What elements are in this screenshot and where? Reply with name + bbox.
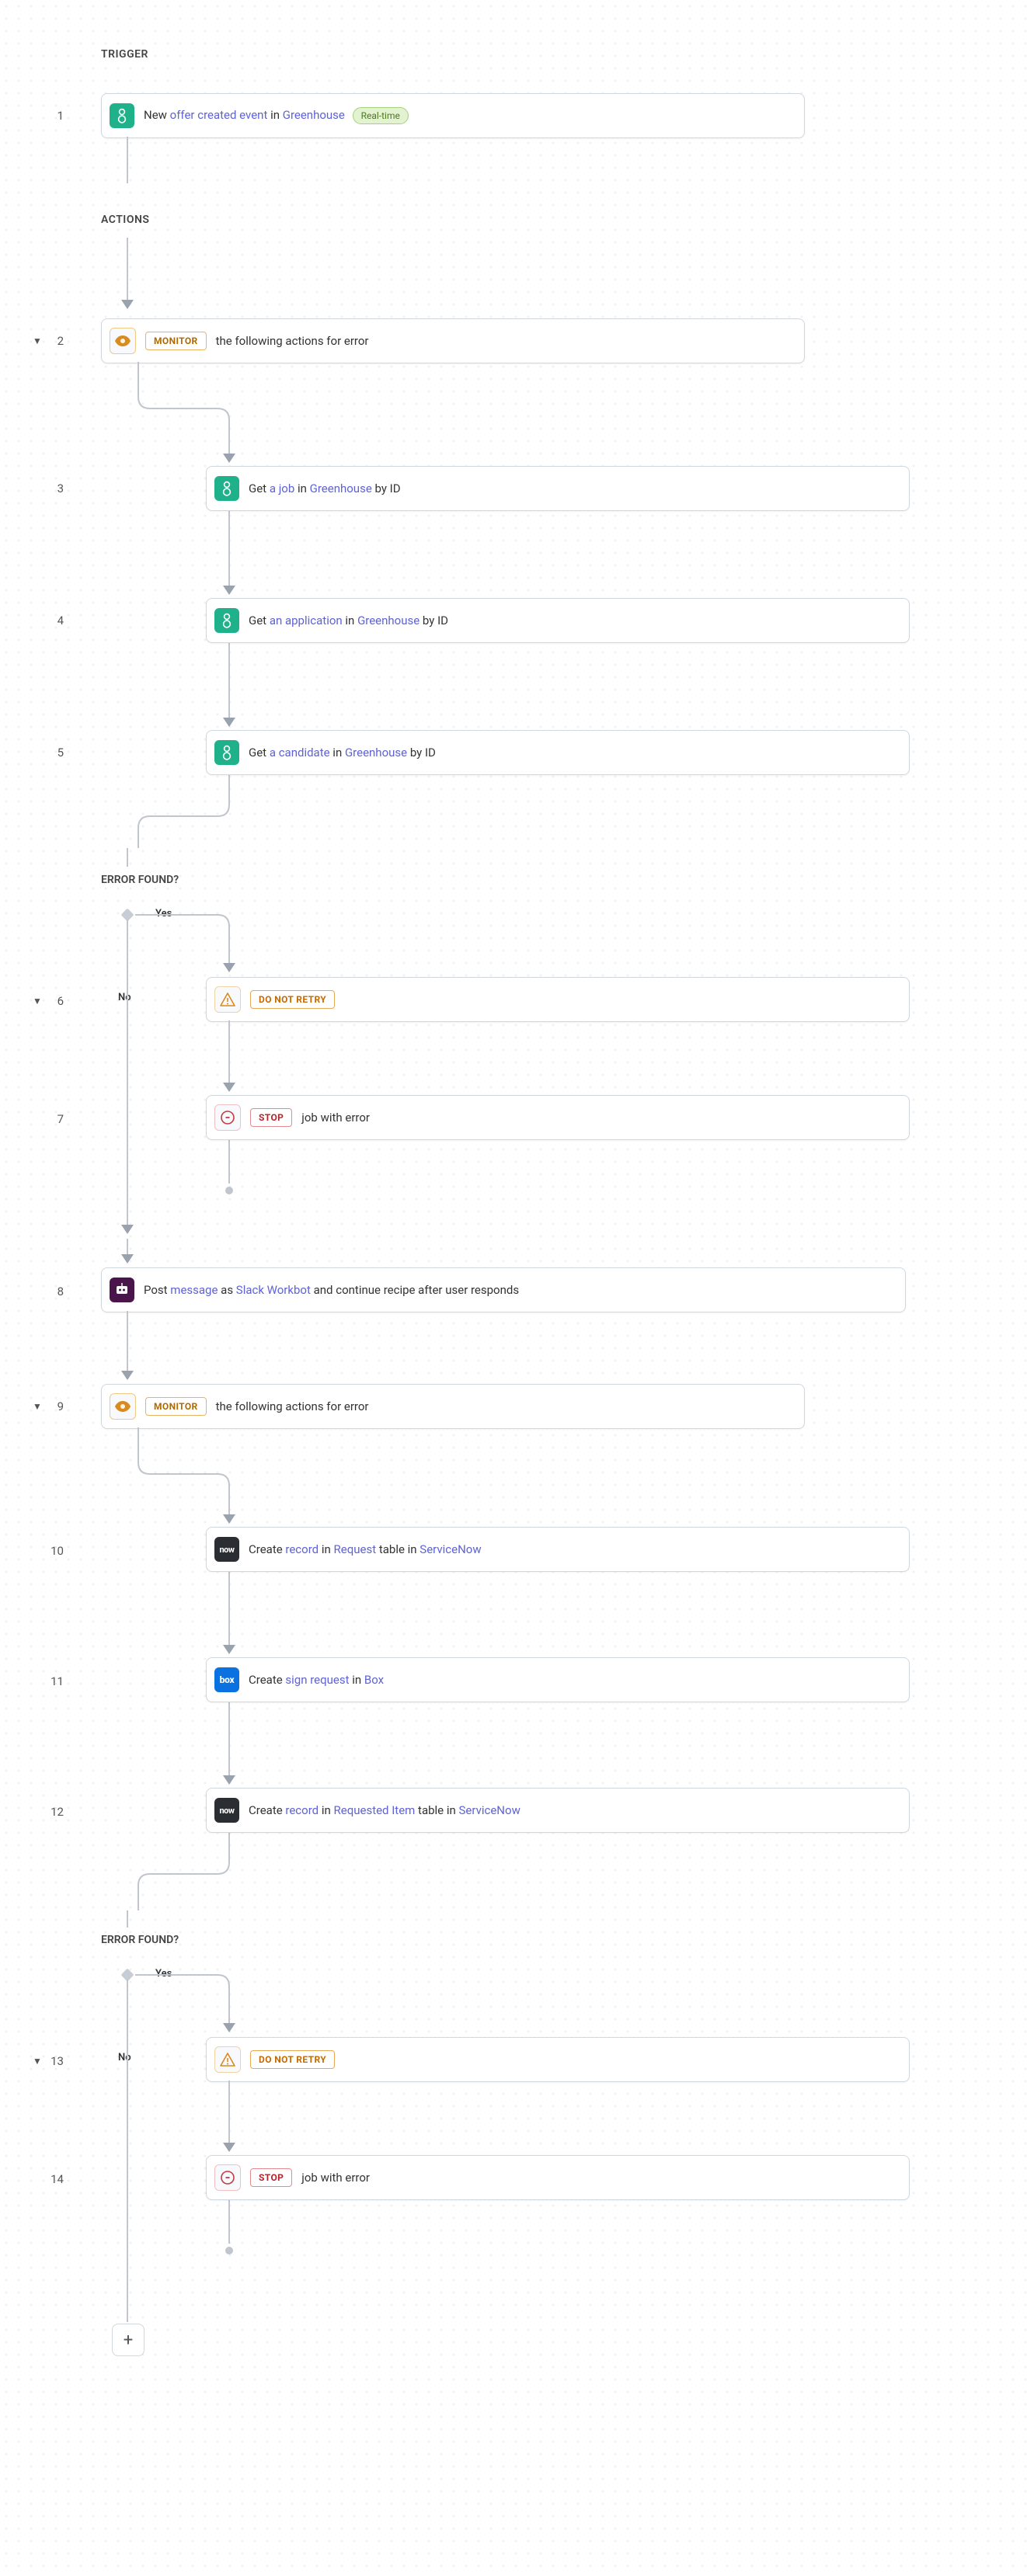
step-5[interactable]: Get a candidate in Greenhouse by ID (206, 730, 910, 775)
step-num-9: 9 (39, 1399, 64, 1413)
add-step-button[interactable]: + (112, 2324, 144, 2356)
step-9-monitor[interactable]: MONITOR the following actions for error (101, 1384, 805, 1429)
stop-icon (214, 1104, 241, 1131)
servicenow-icon: now (214, 1798, 239, 1823)
step-7-text: job with error (301, 1110, 898, 1126)
step-num-7: 7 (39, 1112, 64, 1126)
step-4-text: Get an application in Greenhouse by ID (249, 613, 898, 629)
monitor-tag: MONITOR (145, 332, 207, 350)
section-trigger: TRIGGER (101, 48, 148, 61)
dnr-tag: DO NOT RETRY (250, 990, 335, 1009)
section-error-2: ERROR FOUND? (101, 1934, 179, 1946)
box-icon: box (214, 1667, 239, 1692)
greenhouse-icon (110, 103, 134, 128)
step-11-text: Create sign request in Box (249, 1672, 898, 1688)
monitor-icon (110, 328, 136, 354)
terminal-dot-1 (225, 1187, 233, 1194)
branch-diamond-1 (121, 909, 134, 922)
recipe-canvas: TRIGGER 1 New offer created event in Gre… (0, 0, 1027, 2576)
step-num-10: 10 (39, 1544, 64, 1558)
step-12-text: Create record in Requested Item table in… (249, 1803, 898, 1819)
step-num-13: 13 (39, 2054, 64, 2068)
monitor-tag: MONITOR (145, 1397, 207, 1416)
workbot-icon (110, 1278, 134, 1302)
step-11-box[interactable]: box Create sign request in Box (206, 1657, 910, 1702)
branch-diamond-2 (121, 1969, 134, 1982)
step-5-text: Get a candidate in Greenhouse by ID (249, 745, 898, 761)
greenhouse-icon (214, 476, 239, 501)
stop-tag: STOP (250, 2168, 292, 2187)
step-12-snow[interactable]: now Create record in Requested Item tabl… (206, 1788, 910, 1833)
dnr-tag: DO NOT RETRY (250, 2050, 335, 2069)
step-2-text: the following actions for error (216, 333, 793, 349)
step-num-12: 12 (39, 1805, 64, 1819)
section-error-1: ERROR FOUND? (101, 874, 179, 886)
step-9-text: the following actions for error (216, 1399, 793, 1415)
realtime-badge: Real-time (353, 107, 409, 125)
section-actions: ACTIONS (101, 214, 149, 226)
greenhouse-icon (214, 740, 239, 765)
step-num-14: 14 (39, 2172, 64, 2186)
stop-tag: STOP (250, 1108, 292, 1127)
step-num-8: 8 (39, 1285, 64, 1298)
step-2-monitor[interactable]: MONITOR the following actions for error (101, 318, 805, 363)
step-6-dnr[interactable]: DO NOT RETRY (206, 977, 910, 1022)
label-yes-2: Yes (155, 1968, 172, 1980)
step-8-text: Post message as Slack Workbot and contin… (144, 1282, 894, 1298)
step-4[interactable]: Get an application in Greenhouse by ID (206, 598, 910, 643)
step-num-4: 4 (39, 614, 64, 627)
step-num-2: 2 (39, 334, 64, 348)
step-3-text: Get a job in Greenhouse by ID (249, 481, 898, 497)
step-14-stop[interactable]: STOP job with error (206, 2155, 910, 2200)
warning-icon (214, 2046, 241, 2073)
step-7-stop[interactable]: STOP job with error (206, 1095, 910, 1140)
step-1-trigger[interactable]: New offer created event in Greenhouse Re… (101, 93, 805, 138)
step-num-1: 1 (39, 109, 64, 123)
step-10-text: Create record in Request table in Servic… (249, 1542, 898, 1558)
terminal-dot-2 (225, 2247, 233, 2254)
label-yes-1: Yes (155, 908, 172, 920)
step-10-snow[interactable]: now Create record in Request table in Se… (206, 1527, 910, 1572)
label-no-2: No (118, 2052, 131, 2063)
step-num-5: 5 (39, 746, 64, 760)
step-3[interactable]: Get a job in Greenhouse by ID (206, 466, 910, 511)
warning-icon (214, 986, 241, 1013)
servicenow-icon: now (214, 1537, 239, 1562)
step-8-workbot[interactable]: Post message as Slack Workbot and contin… (101, 1267, 906, 1312)
step-num-6: 6 (39, 994, 64, 1008)
greenhouse-icon (214, 608, 239, 633)
step-14-text: job with error (301, 2170, 898, 2186)
step-1-text: New offer created event in Greenhouse Re… (144, 107, 793, 125)
label-no-1: No (118, 992, 131, 1003)
step-13-dnr[interactable]: DO NOT RETRY (206, 2037, 910, 2082)
step-num-11: 11 (39, 1674, 64, 1688)
monitor-icon (110, 1393, 136, 1420)
stop-icon (214, 2164, 241, 2191)
step-num-3: 3 (39, 481, 64, 495)
